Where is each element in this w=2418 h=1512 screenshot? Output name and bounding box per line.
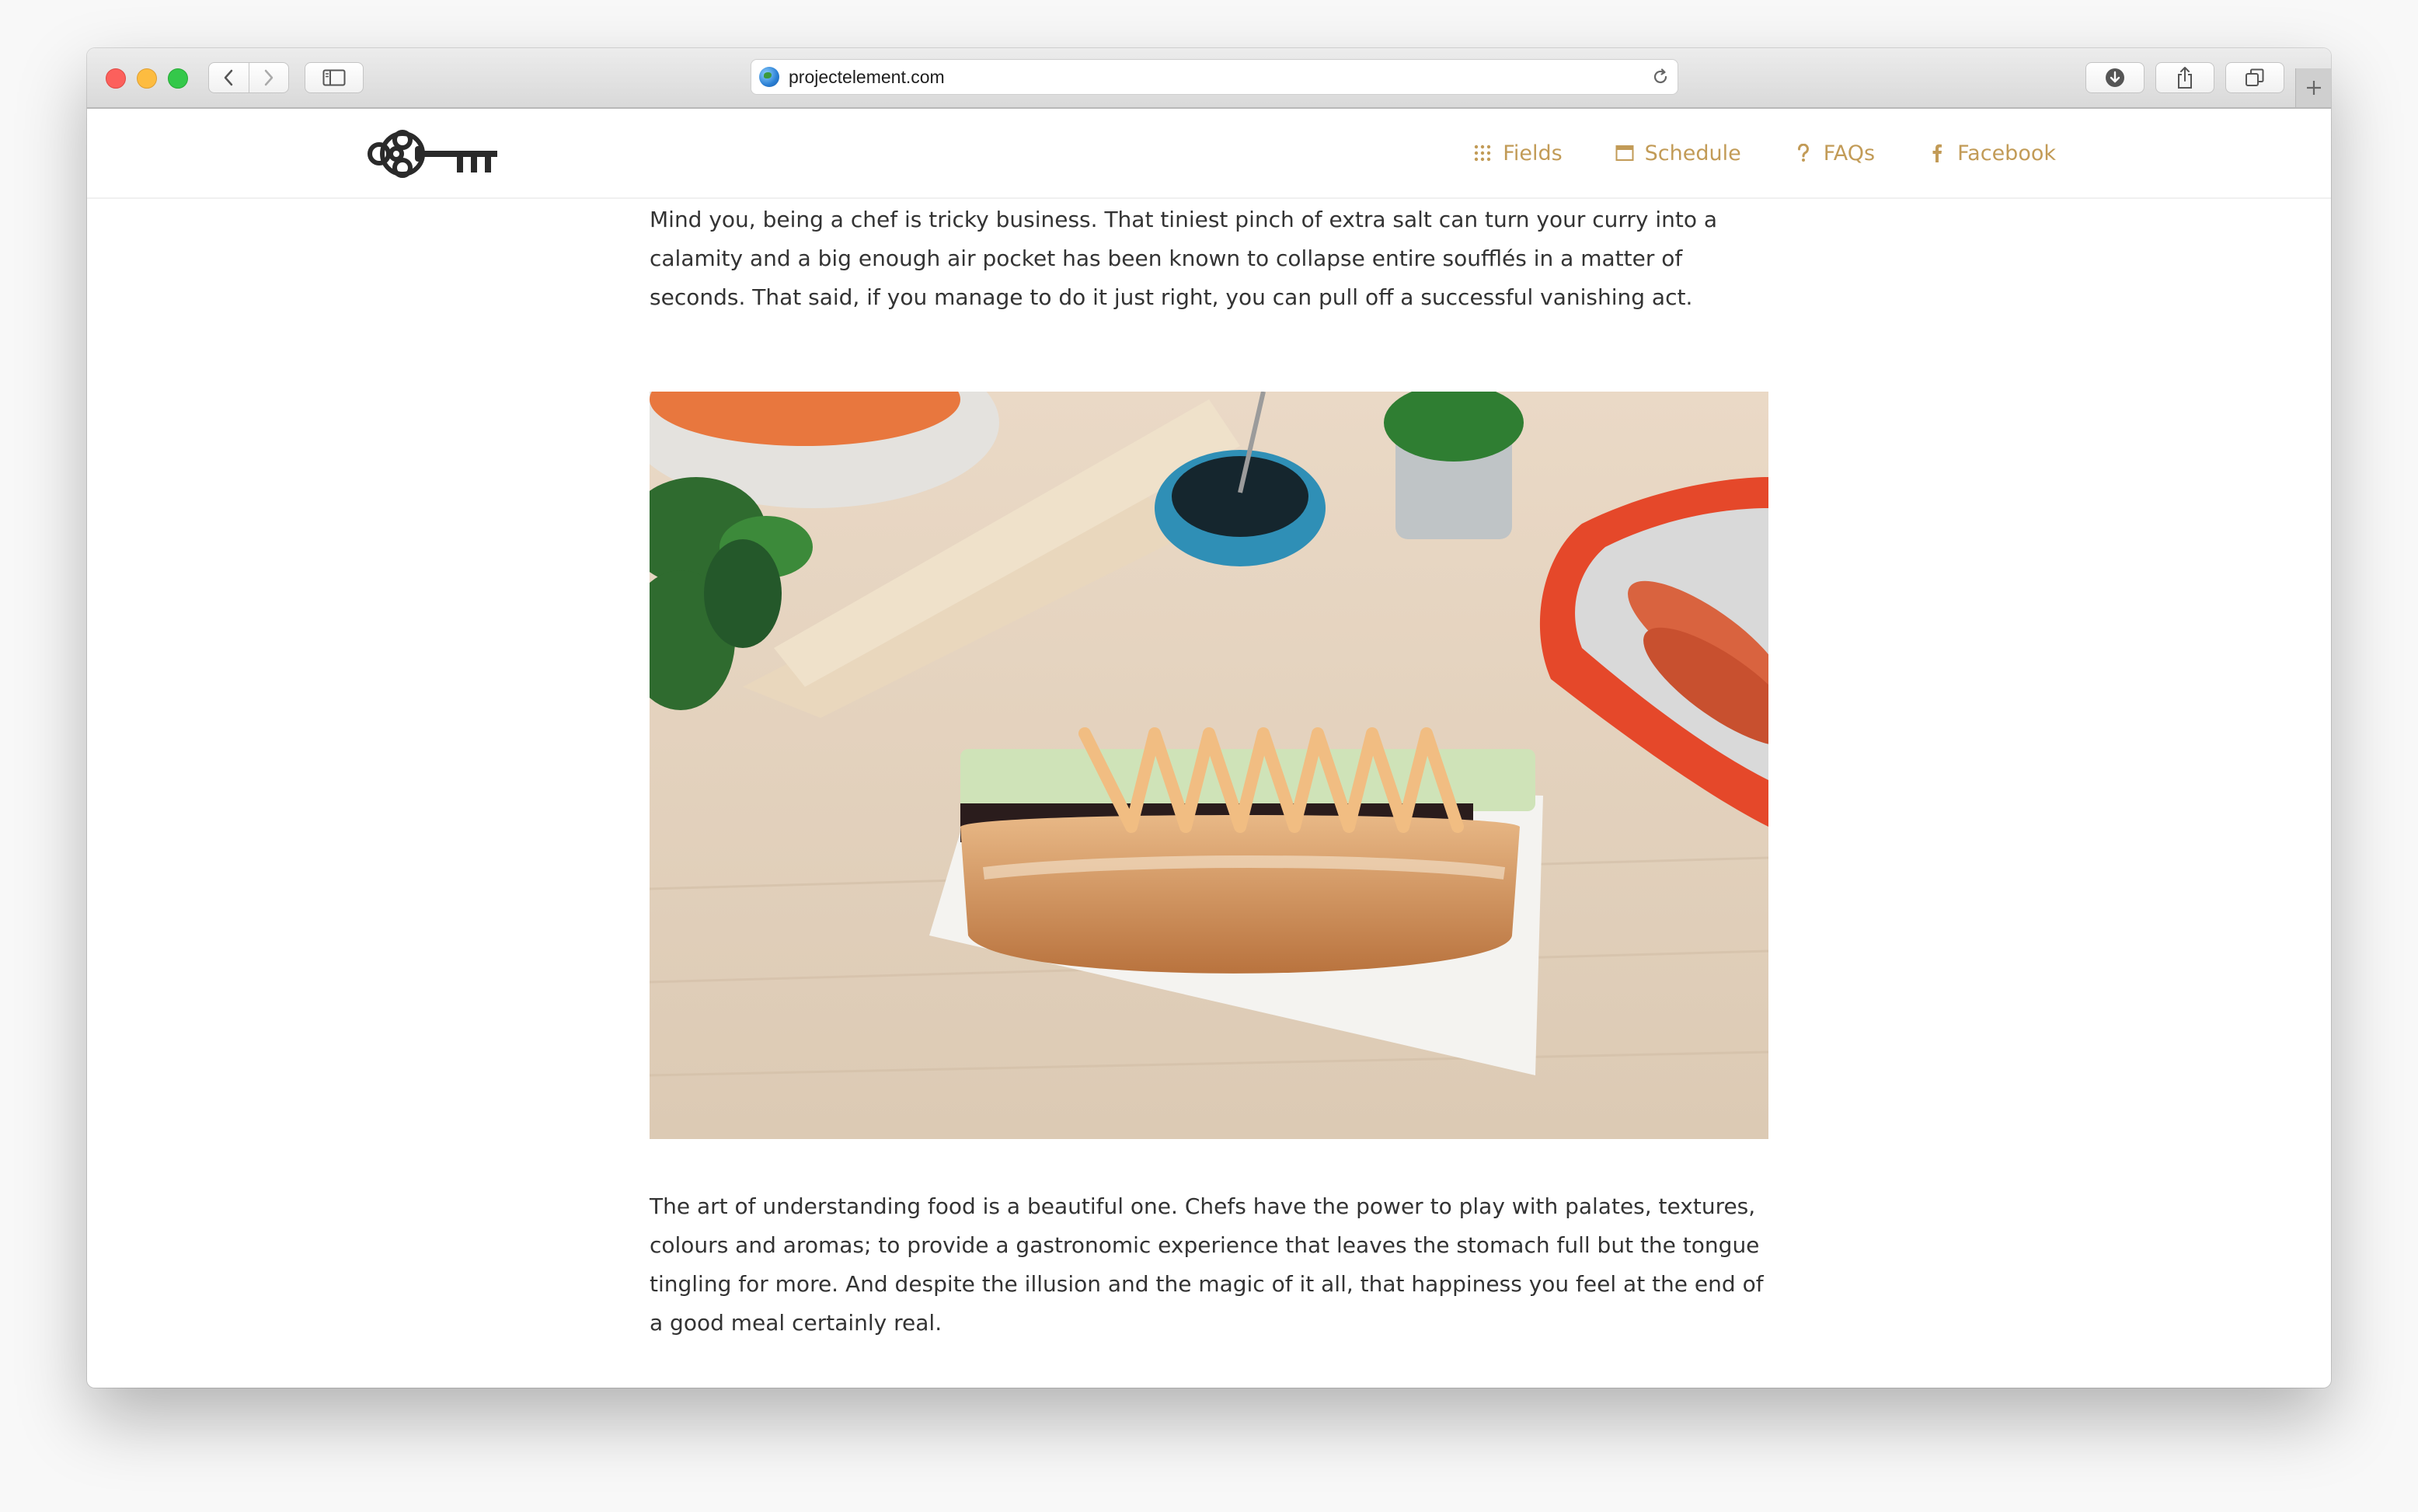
- browser-window: projectelement.com Fields Schedule FAQs …: [87, 48, 2331, 1388]
- site-header: Fields Schedule FAQs Facebook: [87, 109, 2331, 199]
- tab-overview-button[interactable]: [2225, 62, 2284, 93]
- history-nav-group: [208, 62, 289, 93]
- download-icon: [2106, 68, 2124, 87]
- plus-icon: [2307, 81, 2321, 95]
- food-photo-illustration: [650, 392, 1768, 1139]
- nav-label-faqs: FAQs: [1823, 141, 1876, 165]
- back-button[interactable]: [209, 63, 249, 92]
- share-icon: [2178, 67, 2192, 89]
- minimize-window-button[interactable]: [137, 68, 157, 89]
- key-logo-icon[interactable]: [364, 123, 500, 185]
- calendar-icon: [1615, 144, 1634, 162]
- grid-dots-icon: [1473, 144, 1492, 162]
- address-bar[interactable]: projectelement.com: [751, 59, 1678, 95]
- browser-toolbar: projectelement.com: [87, 48, 2331, 109]
- article-paragraph: Mind you, being a chef is tricky busines…: [650, 207, 1718, 310]
- nav-item-faqs[interactable]: FAQs: [1794, 141, 1875, 165]
- tabs-icon: [2246, 68, 2264, 86]
- chevron-right-icon: [264, 69, 273, 86]
- hot-dog-photo: [650, 392, 1768, 1139]
- maximize-window-button[interactable]: [168, 68, 188, 89]
- globe-icon: [759, 67, 779, 87]
- question-mark-icon: [1794, 144, 1813, 162]
- article-paragraph: The art of understanding food is a beaut…: [650, 1193, 1764, 1336]
- site-nav: Fields Schedule FAQs Facebook: [1473, 109, 2056, 197]
- nav-item-schedule[interactable]: Schedule: [1615, 141, 1741, 165]
- close-window-button[interactable]: [106, 68, 126, 89]
- new-tab-button[interactable]: [2295, 68, 2331, 107]
- sidebar-toggle-button[interactable]: [305, 62, 364, 93]
- downloads-button[interactable]: [2085, 62, 2144, 93]
- reload-icon[interactable]: [1651, 68, 1670, 86]
- facebook-icon: [1928, 144, 1946, 162]
- nav-label-schedule: Schedule: [1644, 141, 1741, 165]
- nav-item-facebook[interactable]: Facebook: [1928, 141, 2056, 165]
- nav-label-fields: Fields: [1503, 141, 1563, 165]
- share-button[interactable]: [2155, 62, 2214, 93]
- nav-label-facebook: Facebook: [1957, 141, 2056, 165]
- nav-item-fields[interactable]: Fields: [1473, 141, 1563, 165]
- chevron-left-icon: [225, 69, 233, 86]
- sidebar-icon: [322, 69, 346, 86]
- url-text: projectelement.com: [789, 67, 945, 87]
- forward-button[interactable]: [248, 63, 289, 92]
